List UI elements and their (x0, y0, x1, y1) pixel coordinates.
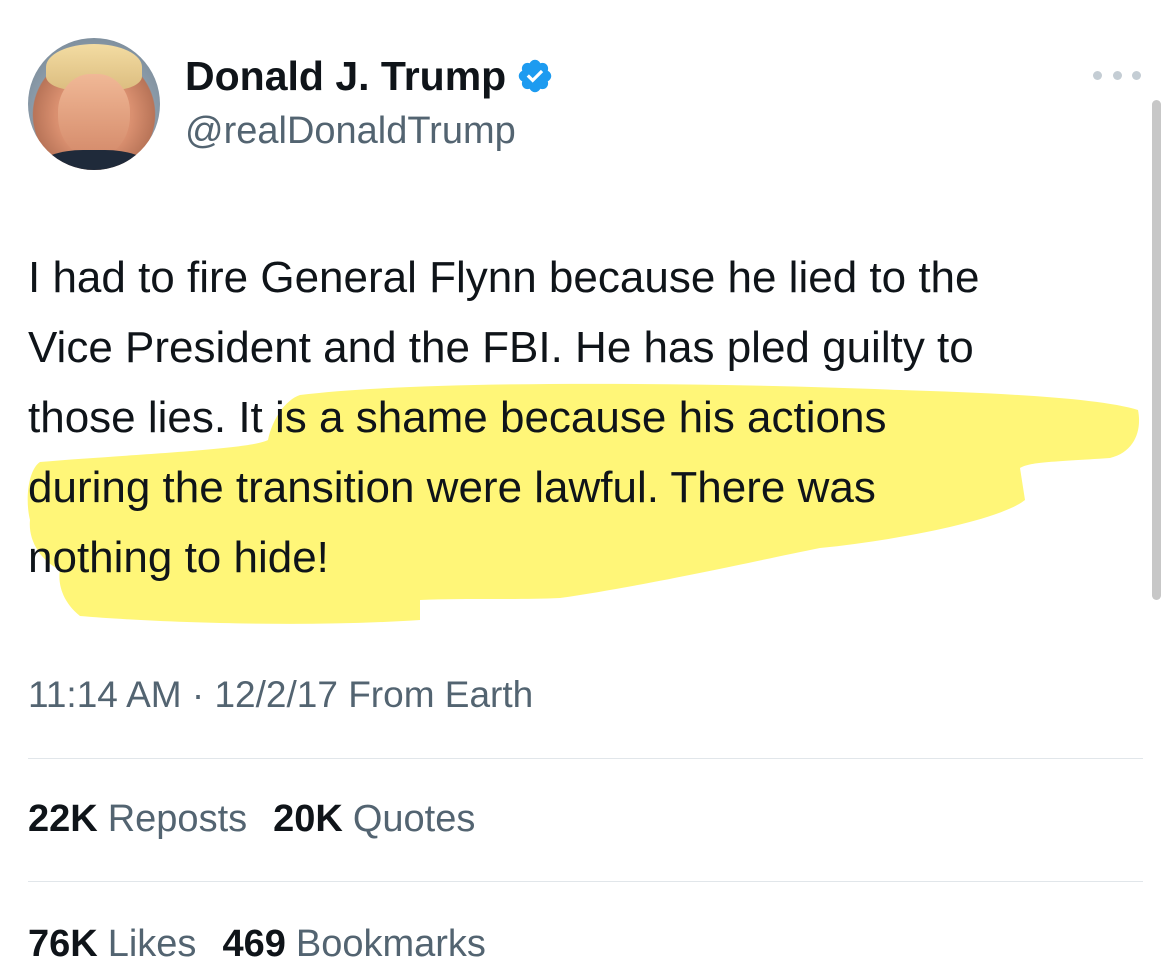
verified-badge-icon (518, 59, 552, 93)
divider (28, 758, 1143, 759)
scrollbar[interactable] (1152, 100, 1161, 600)
reposts-label: Reposts (107, 798, 248, 840)
tweet-text: I had to fire General Flynn because he l… (28, 253, 980, 582)
bookmarks-label: Bookmarks (295, 923, 486, 965)
author-handle[interactable]: @realDonaldTrump (185, 108, 516, 154)
quotes-stat[interactable]: 20K Quotes (273, 796, 475, 842)
avatar-face (58, 74, 130, 158)
author-avatar[interactable] (28, 38, 160, 170)
likes-label: Likes (107, 923, 197, 965)
tweet-timestamp[interactable]: 11:14 AM · 12/2/17 From Earth (28, 672, 533, 718)
quotes-count: 20K (273, 798, 343, 840)
display-name-text: Donald J. Trump (185, 53, 507, 99)
reposts-count: 22K (28, 798, 98, 840)
more-dot (1112, 70, 1122, 80)
engagement-row-reposts-quotes: 22K Reposts 20K Quotes (28, 796, 501, 842)
avatar-shirt (40, 150, 148, 170)
likes-stat[interactable]: 76K Likes (28, 921, 196, 967)
quotes-label: Quotes (352, 798, 476, 840)
more-options-icon[interactable] (1093, 60, 1141, 90)
author-display-name[interactable]: Donald J. Trump (185, 52, 554, 100)
divider (28, 881, 1143, 882)
more-dot (1132, 70, 1141, 80)
reposts-stat[interactable]: 22K Reposts (28, 796, 247, 842)
bookmarks-count: 469 (222, 923, 286, 965)
more-dot (1093, 70, 1102, 80)
bookmarks-stat[interactable]: 469 Bookmarks (222, 921, 485, 967)
engagement-row-likes-bookmarks: 76K Likes 469 Bookmarks (28, 921, 512, 967)
likes-count: 76K (28, 923, 98, 965)
